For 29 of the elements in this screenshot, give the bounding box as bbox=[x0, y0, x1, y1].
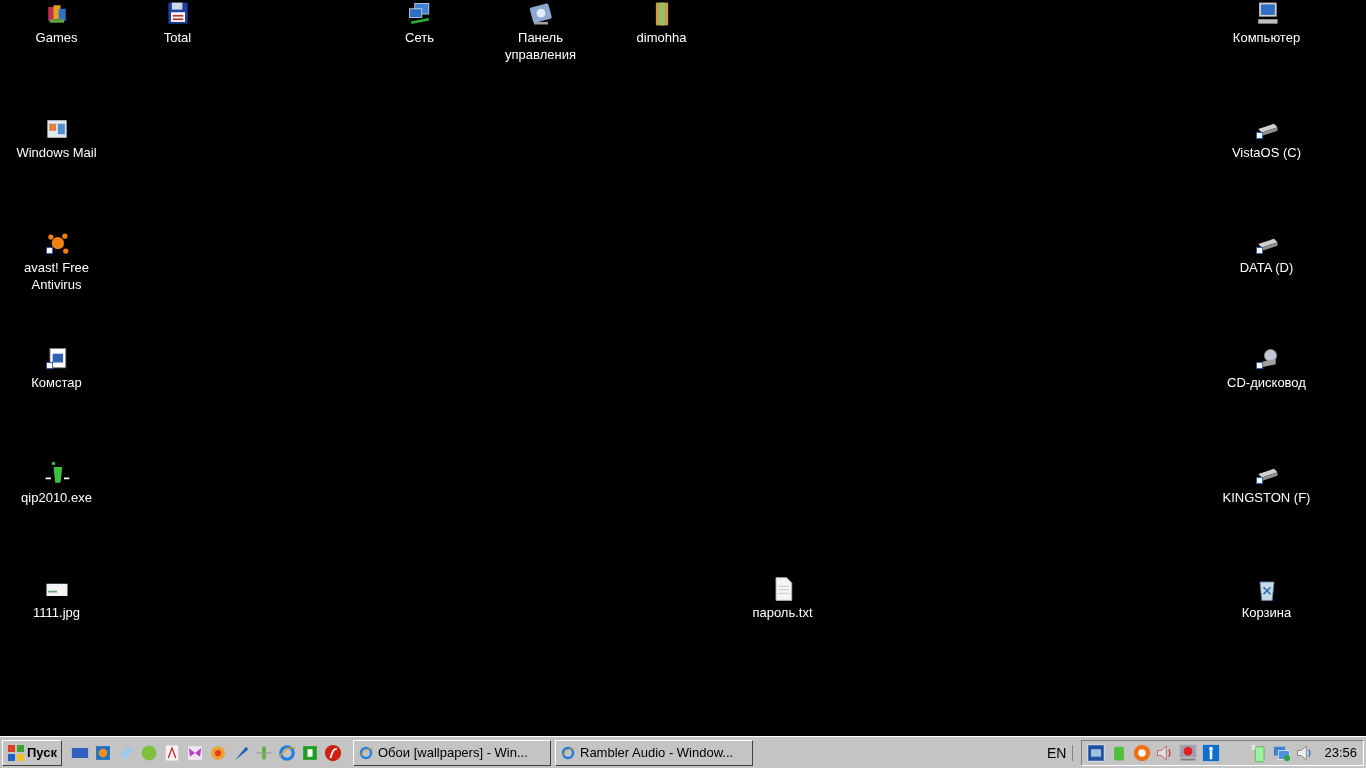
desktop-icon-label[interactable]: Windows Mail bbox=[0, 144, 113, 161]
desktop-icon-label[interactable]: 1111.jpg bbox=[0, 604, 113, 621]
desktop-icon-label[interactable]: avast! Free Antivirus bbox=[0, 259, 113, 293]
desktop-icon-label[interactable]: DATA (D) bbox=[1210, 259, 1323, 276]
desktop-icon-label[interactable]: CD-дисковод bbox=[1210, 374, 1323, 391]
windows-logo-icon bbox=[7, 743, 25, 762]
desktop-icon-label[interactable]: Корзина bbox=[1210, 604, 1323, 621]
desktop-icon-label[interactable]: dimohha bbox=[605, 29, 718, 46]
desktop-icon-label[interactable]: Сеть bbox=[363, 29, 476, 46]
language-indicator[interactable]: EN bbox=[1047, 744, 1074, 761]
desktop-icon-label[interactable]: Games bbox=[0, 29, 113, 46]
taskbar-button[interactable]: Обои [wallpapers] - Win... bbox=[353, 739, 551, 766]
desktop-icon-label[interactable]: KINGSTON (F) bbox=[1210, 489, 1323, 506]
desktop-icon-label[interactable]: VistaOS (C) bbox=[1210, 144, 1323, 161]
flash-player-icon[interactable] bbox=[323, 742, 343, 763]
browser-icon bbox=[358, 744, 374, 761]
taskbar-button[interactable]: Rambler Audio - Window... bbox=[555, 739, 753, 766]
desktop-icon-label[interactable]: Панель управления bbox=[484, 29, 597, 63]
desktop-icon-label[interactable]: qip2010.exe bbox=[0, 489, 113, 506]
browser-icon bbox=[560, 744, 576, 761]
desktop-icon-label[interactable]: Компьютер bbox=[1210, 29, 1323, 46]
start-button[interactable]: Пуск bbox=[2, 739, 62, 766]
desktop-icon-label[interactable]: Total bbox=[121, 29, 234, 46]
blocked-monitor-icon[interactable] bbox=[1178, 742, 1199, 763]
desktop-icon-label[interactable]: Комстар bbox=[0, 374, 113, 391]
tray-window-icon[interactable] bbox=[1086, 742, 1107, 763]
desktop-icon-label[interactable]: пароль.txt bbox=[726, 604, 839, 621]
clock[interactable]: 23:56 bbox=[1324, 745, 1357, 760]
ring-icon[interactable] bbox=[1132, 742, 1153, 763]
